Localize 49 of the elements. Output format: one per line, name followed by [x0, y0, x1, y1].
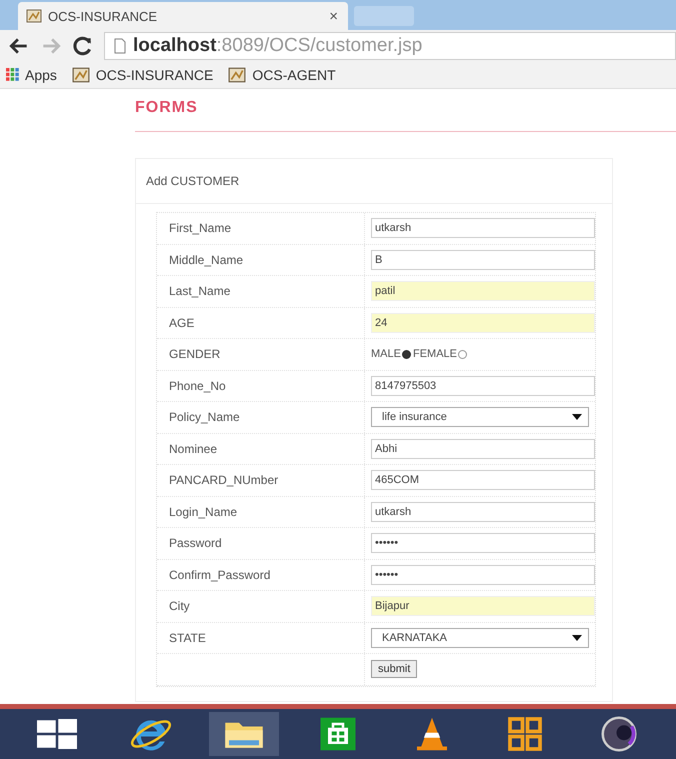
caret-icon: [572, 634, 582, 641]
close-tab-button[interactable]: ×: [329, 8, 338, 24]
field-label: Confirm_Password: [169, 568, 270, 582]
submit-button[interactable]: submit: [371, 660, 418, 678]
input-field[interactable]: patil: [371, 281, 595, 302]
page-icon: [227, 66, 248, 84]
apps-shortcut[interactable]: Apps: [6, 67, 57, 83]
page-heading: FORMS: [135, 99, 198, 117]
input-field[interactable]: utkarsh: [371, 502, 595, 522]
input-field[interactable]: Abhi: [371, 438, 595, 459]
url-text: localhost:8089/OCS/customer.jsp: [133, 35, 422, 57]
field-label: Policy_Name: [169, 410, 240, 424]
input-field[interactable]: 8147975503: [371, 376, 595, 396]
page-icon: [70, 66, 91, 84]
reload-icon[interactable]: [72, 35, 94, 57]
form-title: Add CUSTOMER: [146, 174, 240, 188]
input-field[interactable]: B: [371, 250, 595, 270]
caret-icon: [572, 414, 582, 420]
input-field[interactable]: ••••••: [371, 533, 595, 554]
bookmark[interactable]: OCS-INSURANCE: [70, 66, 214, 84]
field-label: PANCARD_NUmber: [169, 473, 278, 488]
field-label: Login_Name: [169, 504, 238, 519]
dropdown[interactable]: KARNATAKA: [371, 628, 589, 648]
field-label: STATE: [169, 630, 206, 645]
dropdown[interactable]: life insurance: [371, 407, 589, 428]
browser-tab[interactable]: OCS-INSURANCE ×: [18, 2, 348, 30]
document-icon: [113, 38, 127, 54]
field-label: First_Name: [169, 221, 232, 236]
field-label: Last_Name: [169, 284, 230, 298]
field-label: AGE: [169, 316, 194, 330]
input-field[interactable]: Bijapur: [371, 596, 595, 616]
field-label: Nominee: [169, 442, 218, 456]
taskbar-button[interactable]: [209, 712, 280, 756]
tab-title: OCS-INSURANCE: [48, 8, 158, 24]
input-field[interactable]: 24: [371, 312, 595, 333]
field-label: City: [169, 599, 190, 614]
field-label: GENDER: [169, 347, 220, 362]
input-field[interactable]: 465COM: [371, 470, 595, 490]
page-icon: [26, 8, 42, 24]
radio-option[interactable]: MALE: [371, 348, 413, 360]
address-bar[interactable]: localhost:8089/OCS/customer.jsp: [104, 32, 676, 60]
radio-option[interactable]: FEMALE: [412, 348, 469, 360]
field-label: Password: [169, 536, 222, 550]
bookmark[interactable]: OCS-AGENT: [227, 66, 336, 84]
input-field[interactable]: utkarsh: [371, 218, 595, 238]
field-label: Middle_Name: [169, 252, 244, 267]
apps-grid-icon: [6, 68, 20, 82]
input-field[interactable]: ••••••: [371, 564, 595, 585]
field-label: Phone_No: [169, 378, 226, 393]
